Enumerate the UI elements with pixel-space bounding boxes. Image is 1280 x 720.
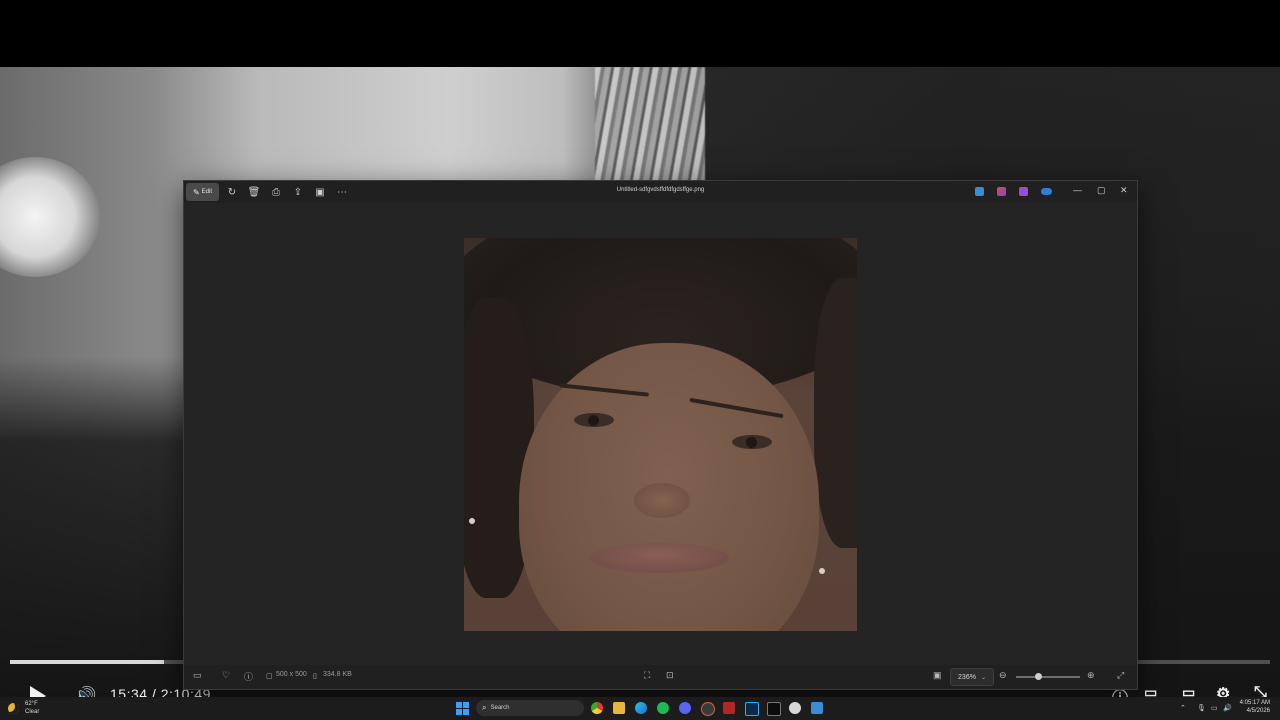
- title-bar: ✎ Edit ↻ 🗑 ⎙ ⇪ ▣ ⋯ Untitled-sdfgvdsffdfd…: [184, 181, 1137, 203]
- share-button[interactable]: ⇪: [290, 183, 306, 201]
- dimensions-icon: ▢: [266, 673, 273, 680]
- taskbar-clock[interactable]: 4:05:17 AM 4/5/2026: [1236, 699, 1270, 715]
- volume-tray-icon[interactable]: 🔊: [1223, 704, 1232, 712]
- file-explorer-icon[interactable]: [613, 702, 625, 714]
- chrome-icon[interactable]: [591, 702, 603, 714]
- cast-icon[interactable]: ▭: [1182, 684, 1195, 698]
- heart-icon[interactable]: ♡: [222, 670, 230, 681]
- weather-condition: Clear: [25, 709, 40, 715]
- fit-view-icon[interactable]: ⛶: [644, 670, 650, 681]
- zoom-dropdown[interactable]: 236% ⌄: [950, 668, 994, 686]
- photo-earring-right: [819, 568, 825, 574]
- print-button[interactable]: ⎙: [268, 183, 284, 201]
- paint-app-icon[interactable]: [1019, 187, 1028, 196]
- captions-icon[interactable]: ▭: [1144, 684, 1157, 698]
- weather-temp: 62°F: [25, 701, 38, 707]
- exit-fullscreen-icon[interactable]: ⤡: [1254, 684, 1267, 698]
- clock-date: 4/5/2026: [1246, 708, 1270, 714]
- status-bar: ▭ ♡ ⓘ ▢ 500 x 500 ▯ 334.8 KB ⛶ ⊡ ▣ 236% …: [184, 665, 1137, 689]
- image-dimensions: 500 x 500: [276, 671, 307, 678]
- close-icon[interactable]: ✕: [1120, 185, 1128, 196]
- edge-icon[interactable]: [635, 702, 647, 714]
- image-canvas[interactable]: [184, 203, 1137, 665]
- clipchamp-icon[interactable]: [997, 187, 1006, 196]
- photoshop-icon[interactable]: [745, 702, 759, 716]
- zoom-slider[interactable]: [1016, 673, 1080, 680]
- edit-icon: ✎: [192, 187, 200, 197]
- file-name: Untitled-sdfgvdsffdfdfgdsffge.png: [616, 187, 705, 193]
- tray-chevron-up-icon[interactable]: ⌃: [1180, 704, 1186, 712]
- edit-button[interactable]: ✎ Edit: [186, 183, 219, 201]
- file-size: 334.8 KB: [323, 671, 352, 678]
- photo-nose: [634, 483, 690, 518]
- search-icon: ⌕: [482, 703, 487, 712]
- chevron-down-icon: ⌄: [980, 674, 986, 681]
- zoom-value: 236%: [958, 673, 976, 681]
- app-icon-white-circle[interactable]: [789, 702, 801, 714]
- video-light-glow: [0, 157, 100, 277]
- windows-start-icon[interactable]: [456, 702, 469, 715]
- photo-eye-right: [732, 435, 772, 449]
- zoom-out-icon[interactable]: ⊖: [999, 670, 1007, 681]
- rotate-icon: ↻: [227, 186, 237, 198]
- discord-icon[interactable]: [679, 702, 691, 714]
- maximize-icon[interactable]: ▢: [1097, 185, 1106, 196]
- microphone-icon[interactable]: 🎙: [1197, 704, 1206, 712]
- taskbar-search[interactable]: ⌕ Search: [476, 700, 584, 716]
- app-icon-red-ring[interactable]: [701, 702, 715, 716]
- zoom-in-icon[interactable]: ⊕: [1087, 670, 1095, 681]
- delete-button[interactable]: 🗑: [246, 183, 262, 201]
- photo-lips: [589, 543, 729, 573]
- photo-image: [464, 238, 857, 631]
- photo-hair-right: [814, 278, 857, 548]
- acrobat-icon[interactable]: [723, 702, 735, 714]
- spotify-icon[interactable]: [657, 702, 669, 714]
- filmstrip-icon[interactable]: ▭: [193, 670, 202, 681]
- more-icon: ⋯: [337, 186, 347, 198]
- trash-icon: 🗑: [247, 186, 261, 198]
- print-icon: ⎙: [272, 186, 280, 198]
- fit-window-icon[interactable]: ▣: [933, 670, 942, 681]
- share-icon: ⇪: [293, 186, 303, 198]
- designer-app-icon[interactable]: [975, 187, 984, 196]
- clock-time: 4:05:17 AM: [1239, 700, 1270, 706]
- video-fabric-detail: [595, 67, 705, 182]
- crop-button[interactable]: ▣: [312, 183, 328, 201]
- file-size-icon: ▯: [313, 673, 317, 680]
- photos-app-window: ✎ Edit ↻ 🗑 ⎙ ⇪ ▣ ⋯ Untitled-sdfgvdsffdfd…: [183, 180, 1138, 690]
- search-placeholder: Search: [490, 705, 510, 711]
- rotate-button[interactable]: ↻: [224, 183, 240, 201]
- photo-earring-left: [469, 518, 475, 524]
- more-button[interactable]: ⋯: [334, 183, 350, 201]
- settings-gear-icon[interactable]: ⚙: [1216, 684, 1230, 698]
- zoom-slider-handle[interactable]: [1035, 673, 1043, 680]
- moon-icon: [8, 702, 19, 714]
- onedrive-icon[interactable]: [1041, 188, 1052, 195]
- fullscreen-icon[interactable]: ⤢: [1117, 670, 1124, 681]
- taskbar: 62°F Clear ⌕ Search ⌃ 🎙 ▭ 🔊 4:05:17 AM 4…: [0, 697, 1280, 720]
- actual-size-icon[interactable]: ⊡: [666, 670, 674, 681]
- photo-eye-left: [574, 413, 614, 427]
- photos-taskbar-icon[interactable]: [811, 702, 823, 714]
- weather-widget[interactable]: 62°F Clear: [8, 700, 39, 716]
- network-icon[interactable]: ▭: [1211, 704, 1218, 712]
- crop-icon: ▣: [315, 186, 325, 198]
- info-icon[interactable]: ⓘ: [244, 670, 253, 683]
- minimize-icon[interactable]: —: [1073, 185, 1082, 195]
- edit-label: Edit: [201, 189, 213, 195]
- video-progress-fill: [10, 660, 164, 664]
- terminal-icon[interactable]: [767, 702, 781, 716]
